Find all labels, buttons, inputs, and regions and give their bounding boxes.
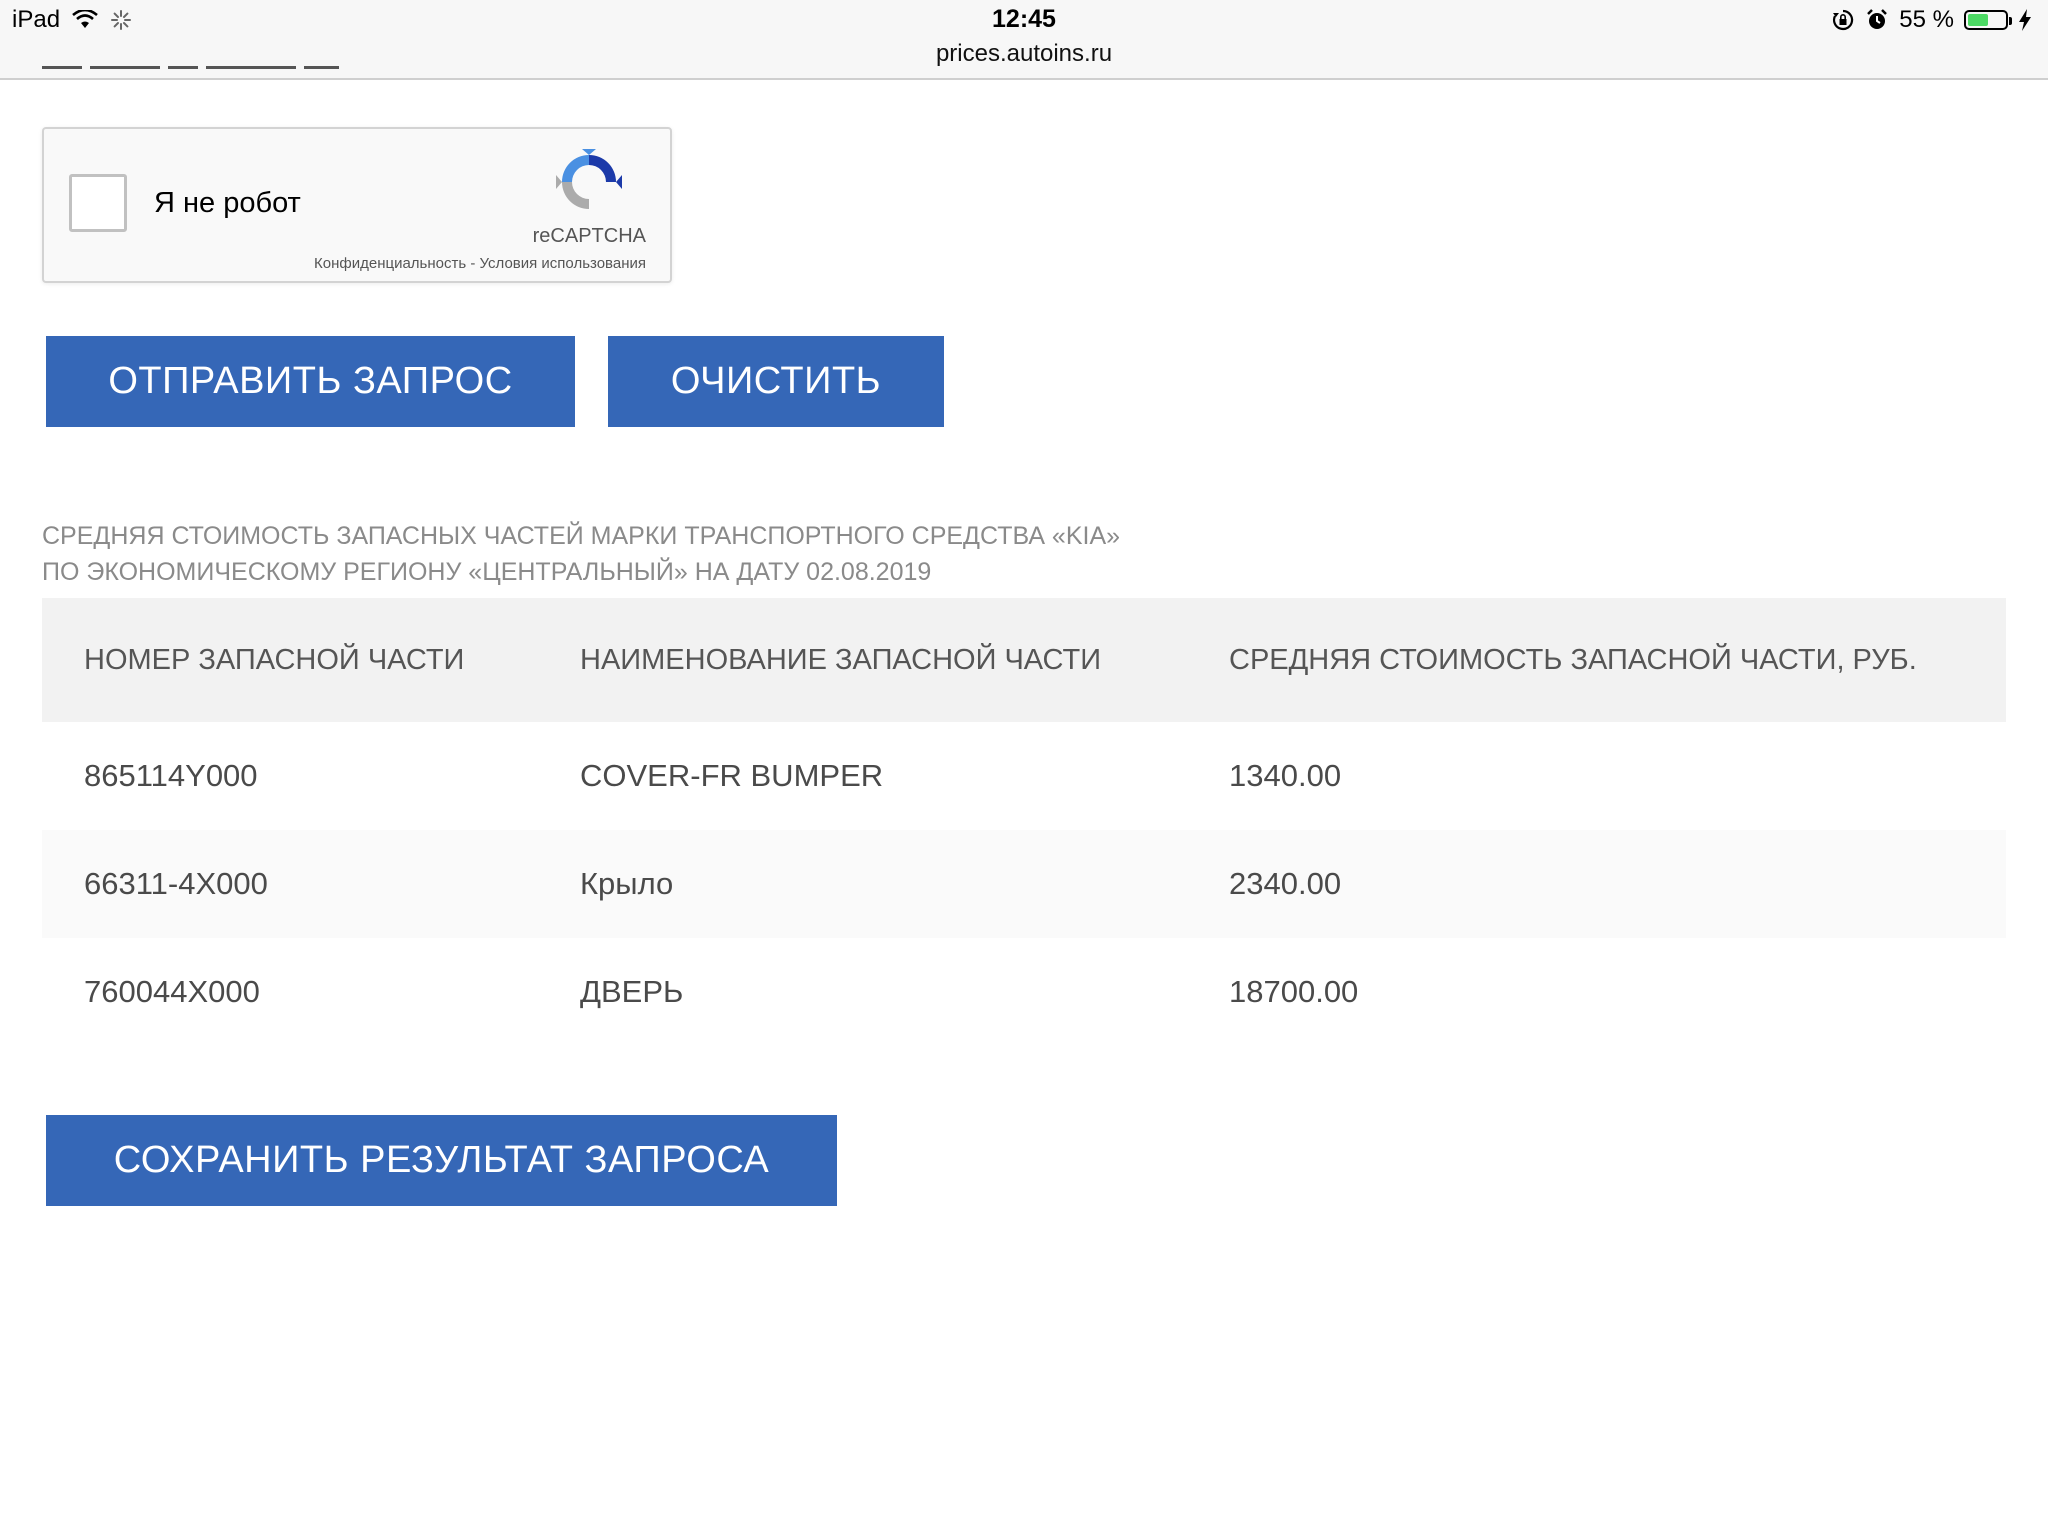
column-header-part-number: НОМЕР ЗАПАСНОЙ ЧАСТИ xyxy=(84,643,465,676)
part-name-cell: COVER-FR BUMPER xyxy=(580,758,884,793)
battery-percent: 55 % xyxy=(1899,6,1954,33)
battery-icon xyxy=(1964,10,2012,30)
recaptcha-links[interactable]: Конфиденциальность - Условия использован… xyxy=(314,255,646,272)
recaptcha-brand: reCAPTCHA xyxy=(532,225,646,247)
recaptcha-checkbox[interactable] xyxy=(69,174,127,232)
part-number-cell: 760044X000 xyxy=(84,974,260,1009)
result-heading: СРЕДНЯЯ СТОИМОСТЬ ЗАПАСНЫХ ЧАСТЕЙ МАРКИ … xyxy=(42,518,1120,590)
table-row: 865114Y000 COVER-FR BUMPER 1340.00 xyxy=(42,722,2006,830)
result-heading-line2: ПО ЭКОНОМИЧЕСКОМУ РЕГИОНУ «ЦЕНТРАЛЬНЫЙ» … xyxy=(42,558,932,586)
part-name-cell: Крыло xyxy=(580,866,674,901)
alarm-icon xyxy=(1867,9,1888,29)
status-bar-right: 55 % xyxy=(1831,6,2032,34)
average-price-cell: 18700.00 xyxy=(1229,974,1359,1009)
result-heading-line1: СРЕДНЯЯ СТОИМОСТЬ ЗАПАСНЫХ ЧАСТЕЙ МАРКИ … xyxy=(42,522,1121,550)
scrolled-off-text xyxy=(42,56,372,78)
clear-button[interactable]: ОЧИСТИТЬ xyxy=(608,336,944,427)
charging-bolt-icon xyxy=(2019,9,2031,31)
battery-level xyxy=(1968,14,1988,26)
parts-price-table: НОМЕР ЗАПАСНОЙ ЧАСТИ НАИМЕНОВАНИЕ ЗАПАСН… xyxy=(42,598,2006,1046)
part-number-cell: 66311-4X000 xyxy=(84,866,268,901)
table-header-row: НОМЕР ЗАПАСНОЙ ЧАСТИ НАИМЕНОВАНИЕ ЗАПАСН… xyxy=(42,598,2006,722)
recaptcha-widget: Я не робот reCAPTCHA Конфиденциальность … xyxy=(42,127,672,283)
table-row: 760044X000 ДВЕРЬ 18700.00 xyxy=(42,938,2006,1046)
submit-request-button[interactable]: ОТПРАВИТЬ ЗАПРОС xyxy=(46,336,575,427)
average-price-cell: 2340.00 xyxy=(1229,866,1342,901)
save-result-button[interactable]: СОХРАНИТЬ РЕЗУЛЬТАТ ЗАПРОСА xyxy=(46,1115,837,1206)
table-row: 66311-4X000 Крыло 2340.00 xyxy=(42,830,2006,938)
column-header-average-price: СРЕДНЯЯ СТОИМОСТЬ ЗАПАСНОЙ ЧАСТИ, РУБ. xyxy=(1229,643,1917,676)
recaptcha-label: Я не робот xyxy=(154,187,301,219)
part-number-cell: 865114Y000 xyxy=(84,758,258,793)
average-price-cell: 1340.00 xyxy=(1229,758,1342,793)
column-header-part-name: НАИМЕНОВАНИЕ ЗАПАСНОЙ ЧАСТИ xyxy=(580,643,1102,676)
orientation-lock-icon xyxy=(1833,9,1854,31)
part-name-cell: ДВЕРЬ xyxy=(580,974,684,1009)
recaptcha-logo-icon xyxy=(556,149,622,209)
clock: 12:45 xyxy=(992,5,1056,33)
